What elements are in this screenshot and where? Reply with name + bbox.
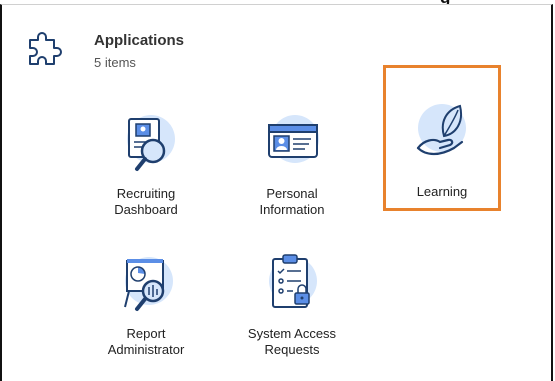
app-label: Learning xyxy=(386,184,498,200)
app-label-line1: Personal xyxy=(266,186,318,201)
puzzle-piece-icon xyxy=(29,32,62,65)
app-label-line1: System Access xyxy=(247,326,337,341)
app-label-line1: Report xyxy=(126,326,166,341)
personal-information-icon xyxy=(268,115,319,163)
app-label: Report Administrator xyxy=(86,326,206,358)
app-label: Recruiting Dashboard xyxy=(86,186,206,218)
learning-icon xyxy=(416,104,466,156)
recruiting-dashboard-icon xyxy=(127,115,175,171)
system-access-requests-icon xyxy=(269,254,317,308)
app-label-line2: Administrator xyxy=(107,342,185,357)
app-tile-recruiting-dashboard[interactable]: Recruiting Dashboard xyxy=(86,101,206,231)
app-label: Personal Information xyxy=(232,186,352,218)
app-tile-system-access-requests[interactable]: System Access Requests xyxy=(232,241,352,371)
report-administrator-icon xyxy=(124,257,173,311)
app-tile-learning[interactable]: Learning xyxy=(383,65,501,211)
app-tile-personal-information[interactable]: Personal Information xyxy=(232,101,352,231)
app-label-line2: Information xyxy=(259,202,325,217)
app-label: System Access Requests xyxy=(232,326,352,358)
card-title: Applications xyxy=(94,32,185,49)
item-count: 5 items xyxy=(94,55,136,70)
app-label-line2: Requests xyxy=(264,342,320,357)
applications-card: Applications 5 items Recruiting Dashboar… xyxy=(0,4,553,381)
app-label-line1: Learning xyxy=(416,184,468,199)
app-tile-report-administrator[interactable]: Report Administrator xyxy=(86,241,206,371)
app-label-line1: Recruiting xyxy=(116,186,176,201)
app-label-line2: Dashboard xyxy=(114,202,178,217)
